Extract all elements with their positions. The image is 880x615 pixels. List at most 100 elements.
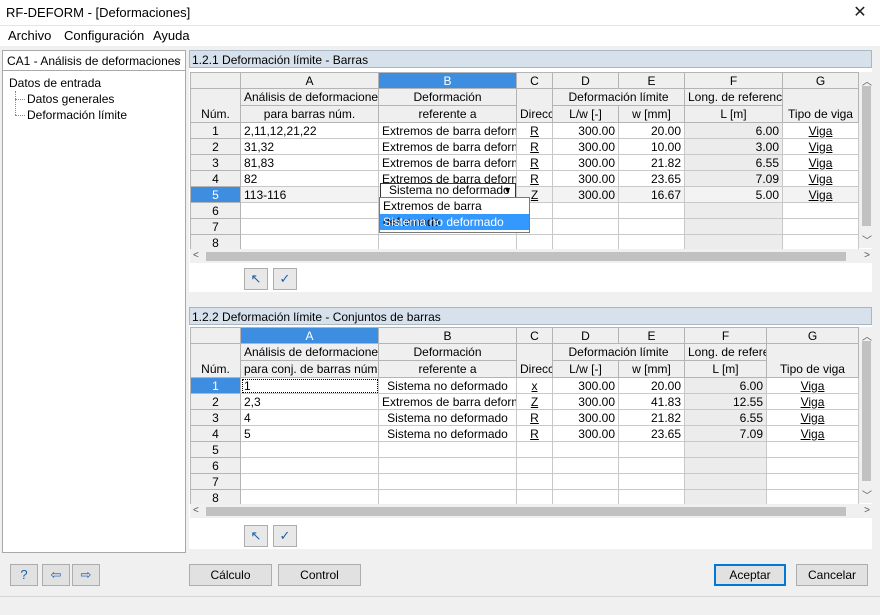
cell-c[interactable]: R	[516, 425, 553, 442]
cell-c[interactable]: R	[516, 154, 553, 171]
cell-d[interactable]	[552, 457, 619, 474]
help-icon[interactable]: ?	[10, 564, 38, 586]
cell-d[interactable]	[552, 202, 619, 219]
horizontal-scrollbar[interactable]: < >	[190, 504, 873, 518]
cell-g[interactable]: Viga	[782, 122, 859, 139]
cell-b[interactable]: Sistema no deformado	[378, 409, 517, 426]
scroll-down-icon[interactable]: ﹀	[862, 487, 872, 502]
tree-item-deformacion-limite[interactable]: Deformación límite	[3, 107, 185, 123]
close-icon[interactable]: ✕	[840, 0, 880, 26]
cell-e[interactable]: 20.00	[618, 377, 685, 394]
cell-a[interactable]: 4	[240, 409, 379, 426]
cell-d[interactable]: 300.00	[552, 186, 619, 203]
cell-d[interactable]: 300.00	[552, 154, 619, 171]
cell-a[interactable]: 81,83	[240, 154, 379, 171]
cell-a[interactable]	[240, 441, 379, 458]
scroll-thumb[interactable]	[206, 507, 846, 516]
scroll-thumb[interactable]	[206, 252, 846, 261]
cell-f[interactable]	[684, 473, 767, 490]
dropdown-option[interactable]: Extremos de barra deformada	[380, 198, 529, 229]
scroll-down-icon[interactable]: ﹀	[862, 232, 872, 247]
cell-d[interactable]: 300.00	[552, 393, 619, 410]
cell-e[interactable]: 23.65	[618, 425, 685, 442]
col-g[interactable]: G	[782, 72, 859, 89]
scroll-right-icon[interactable]: >	[864, 250, 870, 261]
cell-d[interactable]: 300.00	[552, 425, 619, 442]
cell-f[interactable]	[684, 457, 767, 474]
cell-d[interactable]: 300.00	[552, 138, 619, 155]
cell-d[interactable]: 300.00	[552, 377, 619, 394]
cell-e[interactable]: 20.00	[618, 122, 685, 139]
cell-g[interactable]	[766, 441, 859, 458]
cell-d[interactable]	[552, 218, 619, 235]
cell-e[interactable]	[618, 441, 685, 458]
cell-g[interactable]: Viga	[782, 170, 859, 187]
cell-c[interactable]	[516, 457, 553, 474]
cell-c[interactable]: R	[516, 122, 553, 139]
cell-e[interactable]: 23.65	[618, 170, 685, 187]
case-select[interactable]: CA1 - Análisis de deformaciones ⌵	[3, 51, 185, 71]
cell-a[interactable]	[240, 457, 379, 474]
cell-g[interactable]: Viga	[766, 409, 859, 426]
cell-f[interactable]	[684, 441, 767, 458]
next-icon[interactable]: ⇨	[72, 564, 100, 586]
horizontal-scrollbar[interactable]: < >	[190, 249, 873, 263]
calculo-button[interactable]: Cálculo	[189, 564, 272, 586]
cell-d[interactable]: 300.00	[552, 170, 619, 187]
cell-a[interactable]	[240, 202, 379, 219]
cell-g[interactable]: Viga	[766, 377, 859, 394]
menu-ayuda[interactable]: Ayuda	[153, 28, 190, 43]
aceptar-button[interactable]: Aceptar	[714, 564, 786, 586]
cell-g[interactable]: Viga	[782, 138, 859, 155]
col-d[interactable]: D	[552, 327, 619, 344]
cell-g[interactable]	[766, 473, 859, 490]
col-a[interactable]: A	[240, 72, 379, 89]
cell-b[interactable]	[378, 441, 517, 458]
cell-d[interactable]	[552, 441, 619, 458]
col-e[interactable]: E	[618, 327, 685, 344]
cell-f[interactable]: 6.00	[684, 122, 783, 139]
cell-b[interactable]	[378, 473, 517, 490]
cell-c[interactable]	[516, 441, 553, 458]
cell-a[interactable]	[240, 473, 379, 490]
scroll-left-icon[interactable]: <	[193, 505, 199, 516]
cell-e[interactable]: 21.82	[618, 154, 685, 171]
deformation-ref-select[interactable]: Sistema no deformado ▼	[380, 183, 516, 198]
cell-g[interactable]: Viga	[782, 154, 859, 171]
cell-d[interactable]: 300.00	[552, 409, 619, 426]
select-pointer-icon[interactable]: ↖	[244, 525, 268, 547]
col-c[interactable]: C	[516, 327, 553, 344]
col-f[interactable]: F	[684, 327, 767, 344]
cell-g[interactable]: Viga	[766, 393, 859, 410]
cell-f[interactable]: 7.09	[684, 425, 767, 442]
cell-f[interactable]: 6.55	[684, 409, 767, 426]
col-b[interactable]: B	[378, 327, 517, 344]
cell-c[interactable]: Z	[516, 393, 553, 410]
cell-b[interactable]: Extremos de barra deforma	[378, 393, 517, 410]
cell-e[interactable]: 10.00	[618, 138, 685, 155]
col-d[interactable]: D	[552, 72, 619, 89]
cancelar-button[interactable]: Cancelar	[796, 564, 868, 586]
menu-configuracion[interactable]: Configuración	[64, 28, 144, 43]
cell-e[interactable]	[618, 473, 685, 490]
select-pointer-icon[interactable]: ↖	[244, 268, 268, 290]
cell-b[interactable]: Extremos de barra deforma	[378, 122, 517, 139]
col-a[interactable]: A	[240, 327, 379, 344]
cell-c[interactable]: x	[516, 377, 553, 394]
cell-g[interactable]	[782, 202, 859, 219]
tree-item-datos-generales[interactable]: Datos generales	[3, 91, 185, 107]
filter-icon[interactable]: ✓	[273, 268, 297, 290]
menu-archivo[interactable]: Archivo	[8, 28, 51, 43]
dropdown-arrow-icon[interactable]: ▼	[503, 184, 512, 197]
scroll-thumb[interactable]	[862, 341, 871, 481]
col-f[interactable]: F	[684, 72, 783, 89]
cell-a[interactable]	[240, 218, 379, 235]
cell-c[interactable]: R	[516, 138, 553, 155]
cell-f[interactable]	[684, 202, 783, 219]
cell-b[interactable]: Extremos de barra deforma	[378, 138, 517, 155]
cell-f[interactable]: 5.00	[684, 186, 783, 203]
cell-f[interactable]: 7.09	[684, 170, 783, 187]
cell-f[interactable]: 3.00	[684, 138, 783, 155]
cell-e[interactable]: 21.82	[618, 409, 685, 426]
scroll-thumb[interactable]	[862, 86, 871, 226]
